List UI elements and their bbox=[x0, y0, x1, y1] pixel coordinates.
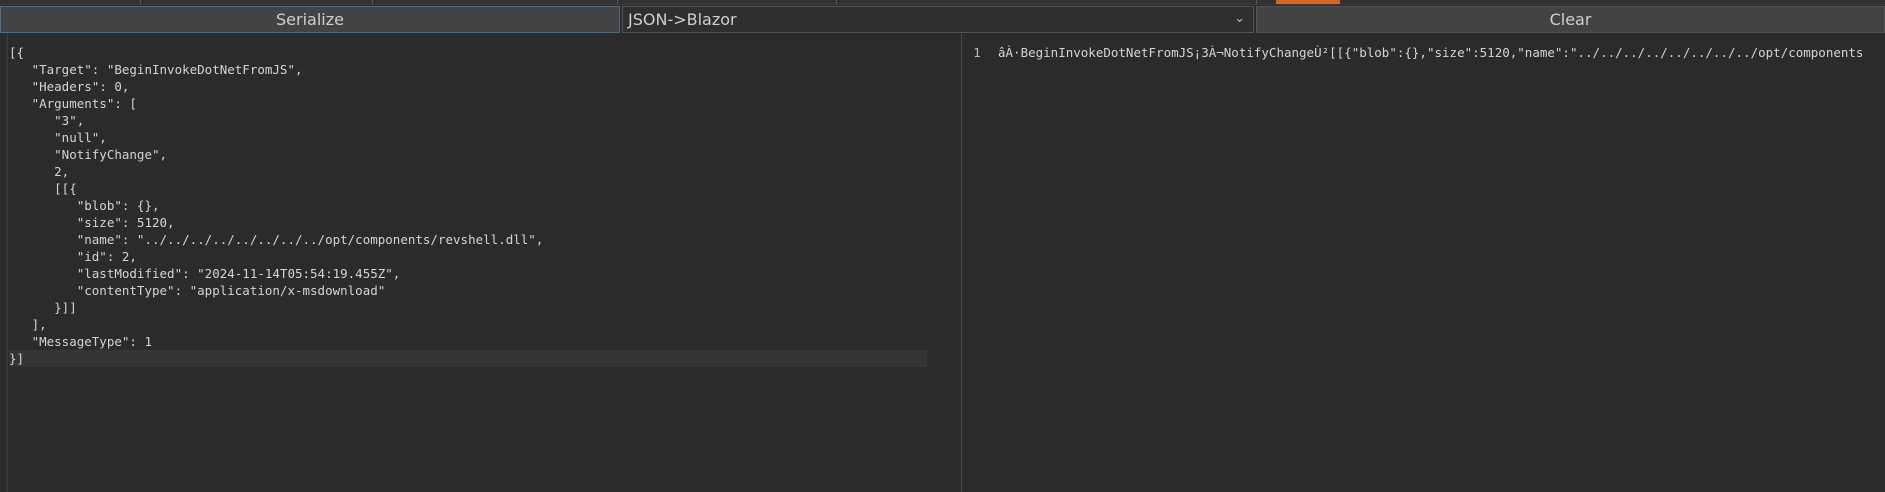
active-tab-indicator bbox=[1276, 0, 1340, 4]
code-line: "Target": "BeginInvokeDotNetFromJS", bbox=[9, 62, 303, 77]
tab-separator bbox=[836, 0, 837, 4]
line-number: 1 bbox=[973, 45, 981, 60]
serialize-button[interactable]: Serialize bbox=[0, 6, 620, 33]
clear-button[interactable]: Clear bbox=[1256, 6, 1885, 33]
code-line: "null", bbox=[9, 130, 107, 145]
conversion-mode-value: JSON->Blazor bbox=[628, 10, 737, 29]
code-line: 2, bbox=[9, 164, 70, 179]
json-input-editor[interactable]: [{ "Target": "BeginInvokeDotNetFromJS", … bbox=[0, 34, 960, 492]
line-number-gutter: 1 bbox=[962, 44, 992, 492]
tab-separator bbox=[1256, 0, 1257, 4]
blazor-output-text[interactable]: âÀ·BeginInvokeDotNetFromJS¡3À¬NotifyChan… bbox=[998, 44, 1863, 61]
code-line: ], bbox=[9, 317, 47, 332]
code-line: "lastModified": "2024-11-14T05:54:19.455… bbox=[9, 266, 401, 281]
code-line: "blob": {}, bbox=[9, 198, 160, 213]
code-line: [{ bbox=[9, 45, 25, 60]
tab-separator bbox=[140, 0, 141, 4]
code-line: "Headers": 0, bbox=[9, 79, 130, 94]
code-line: "Arguments": [ bbox=[9, 96, 137, 111]
tab-separator bbox=[617, 0, 618, 4]
code-line: "3", bbox=[9, 113, 85, 128]
line-number-gutter bbox=[0, 34, 8, 492]
code-line: "MessageType": 1 bbox=[9, 334, 152, 349]
blazor-output-editor[interactable]: 1 âÀ·BeginInvokeDotNetFromJS¡3À¬NotifyCh… bbox=[961, 34, 1885, 492]
code-line: "size": 5120, bbox=[9, 215, 175, 230]
code-line: [[{ bbox=[9, 181, 77, 196]
chevron-down-icon: ⌄ bbox=[1234, 11, 1245, 26]
conversion-mode-select[interactable]: JSON->Blazor ⌄ bbox=[622, 6, 1254, 33]
code-line: "NotifyChange", bbox=[9, 147, 168, 162]
code-line: "name": "../../../../../../../../opt/com… bbox=[9, 232, 544, 247]
json-code-area[interactable]: [{ "Target": "BeginInvokeDotNetFromJS", … bbox=[9, 44, 960, 367]
tab-separator bbox=[372, 0, 373, 4]
top-tab-strip bbox=[0, 0, 1885, 5]
code-line: }] bbox=[9, 350, 927, 367]
toolbar: Serialize JSON->Blazor ⌄ Clear bbox=[0, 6, 1885, 33]
code-line: }]] bbox=[9, 300, 77, 315]
code-line: "id": 2, bbox=[9, 249, 137, 264]
code-line: "contentType": "application/x-msdownload… bbox=[9, 283, 386, 298]
